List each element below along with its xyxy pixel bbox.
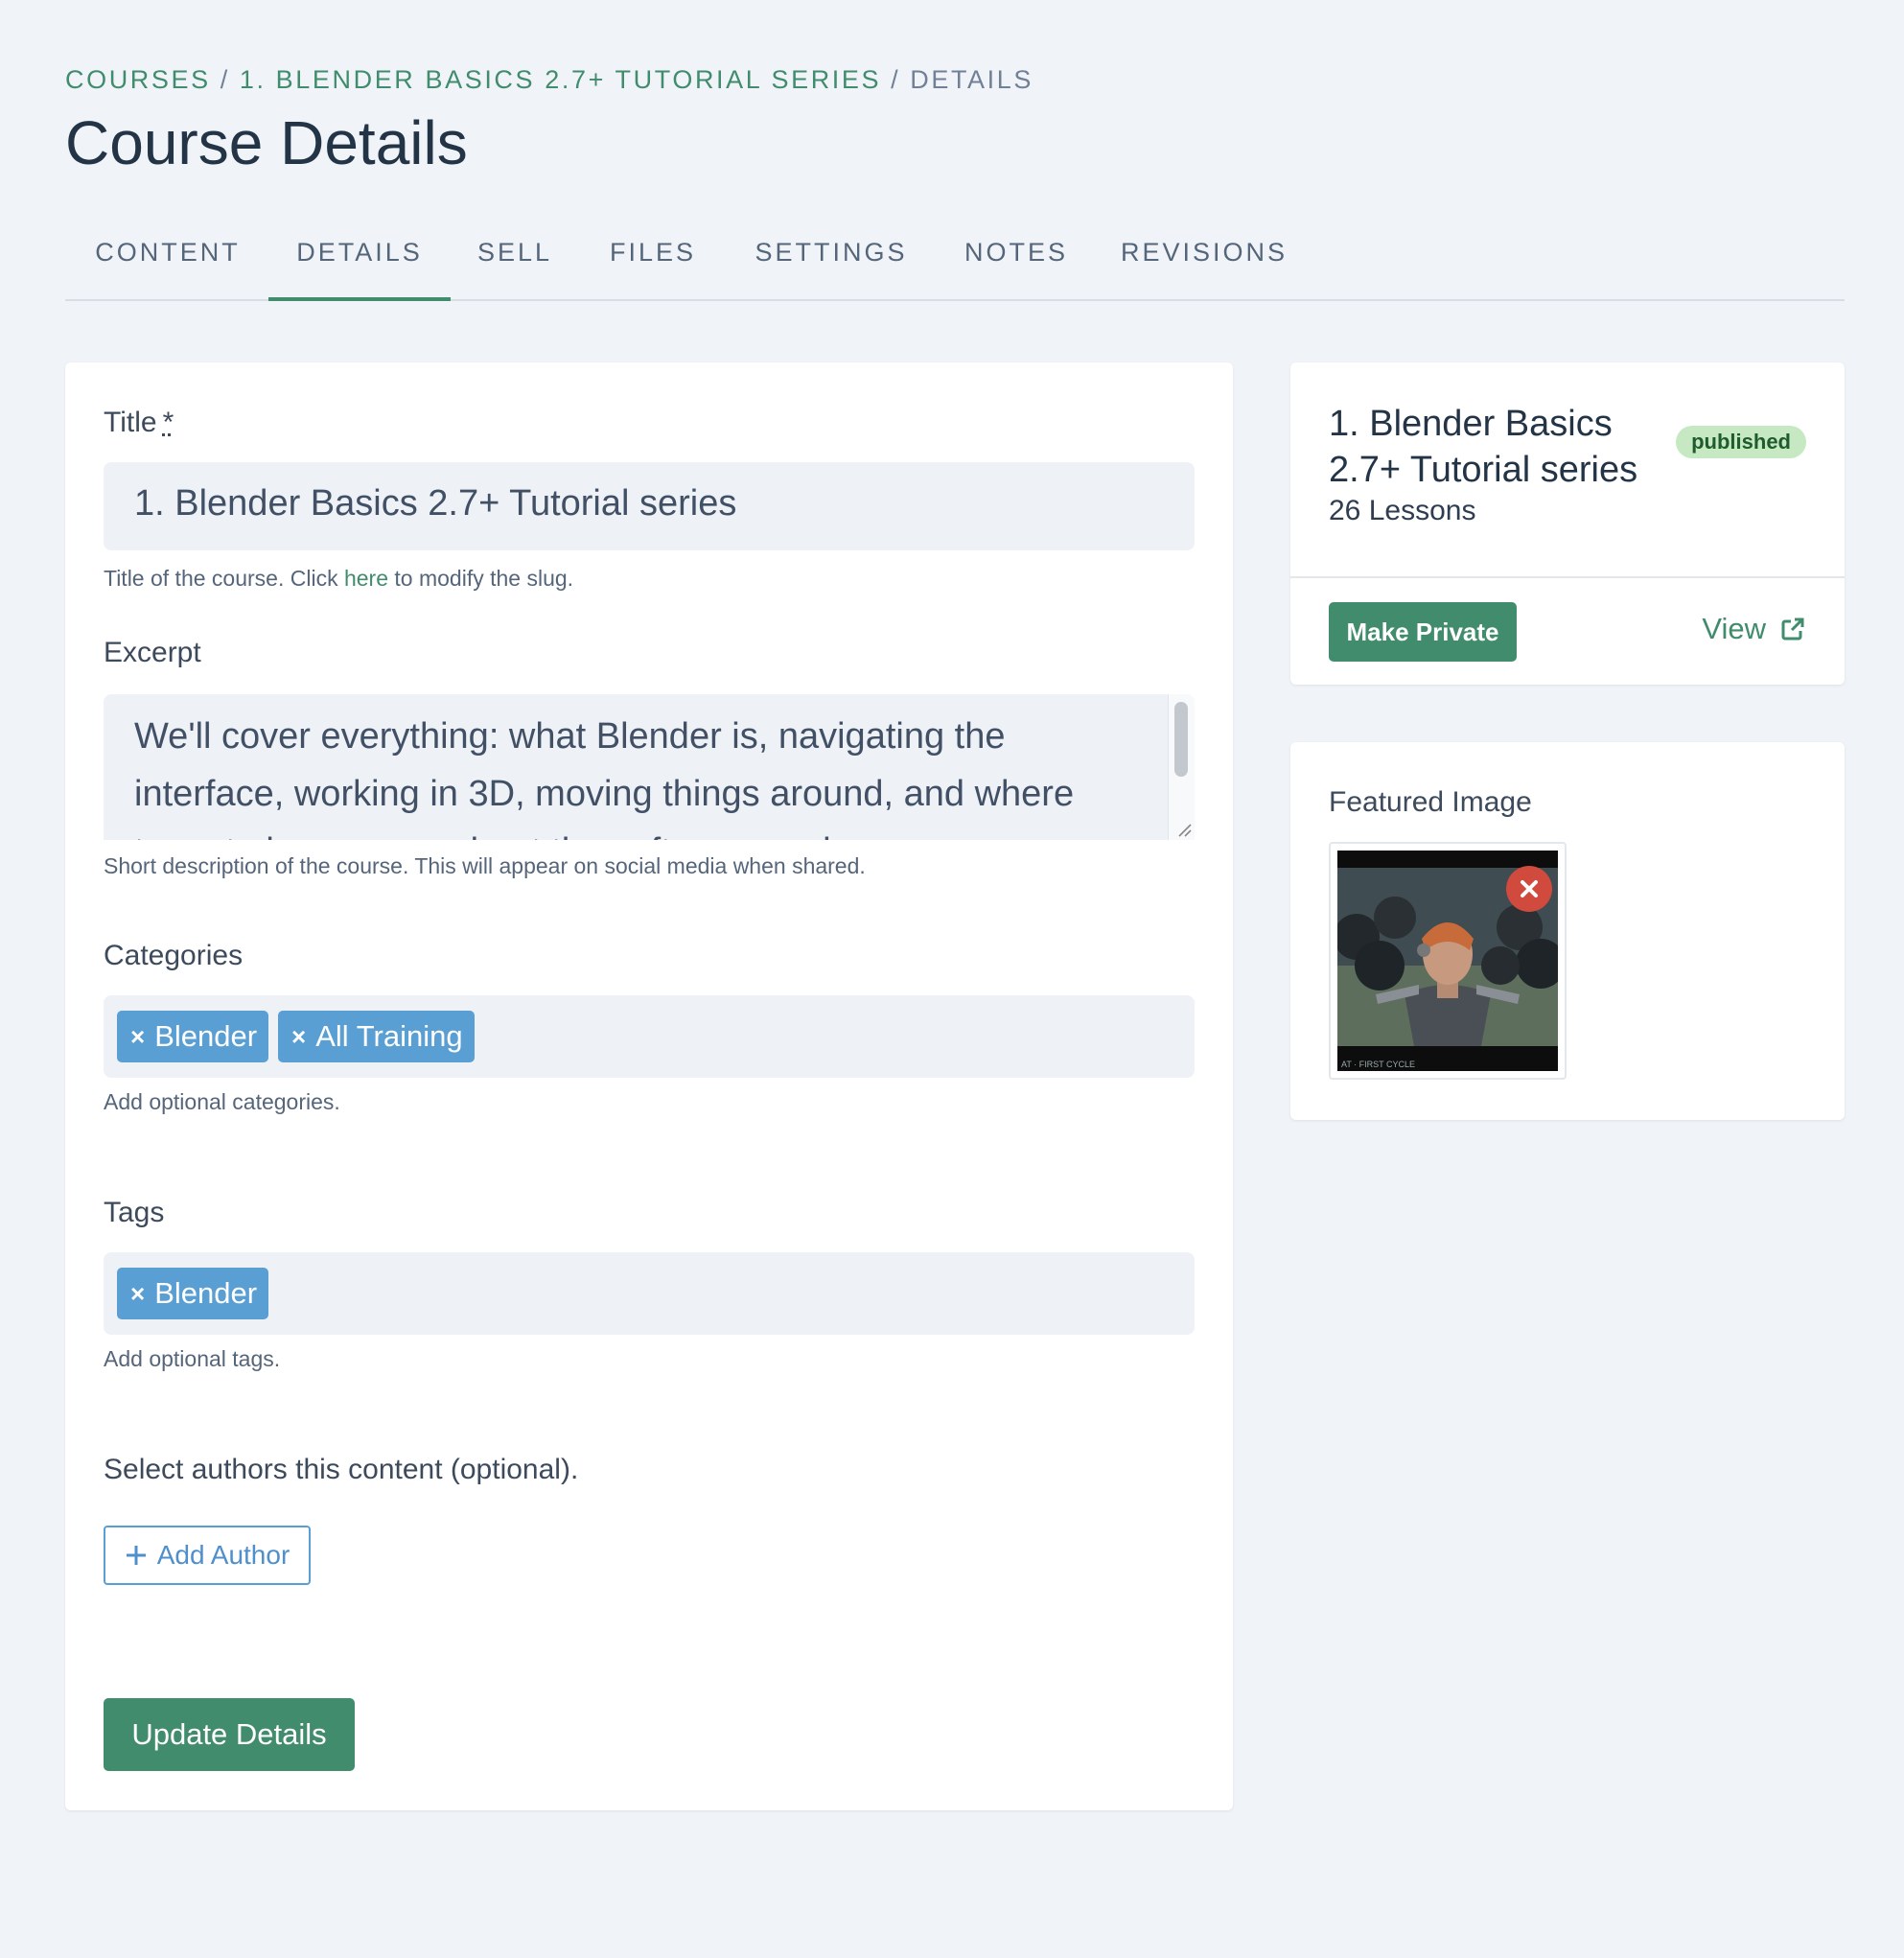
- scroll-thumb[interactable]: [1174, 702, 1188, 777]
- divider: [1290, 576, 1845, 578]
- tab-notes[interactable]: NOTES: [936, 217, 1097, 301]
- required-mark: *: [162, 407, 174, 438]
- remove-chip-icon[interactable]: ×: [291, 1022, 306, 1052]
- breadcrumb-course[interactable]: 1. BLENDER BASICS 2.7+ TUTORIAL SERIES: [240, 65, 881, 94]
- add-author-label: Add Author: [156, 1540, 290, 1570]
- featured-image-card: Featured Image AT · FIRST CYCLE: [1290, 742, 1845, 1120]
- breadcrumb-courses[interactable]: COURSES: [65, 65, 211, 94]
- update-details-button[interactable]: Update Details: [104, 1698, 355, 1771]
- view-label: View: [1702, 612, 1766, 645]
- tab-revisions[interactable]: REVISIONS: [1097, 217, 1312, 301]
- remove-chip-icon[interactable]: ×: [130, 1022, 145, 1052]
- plus-icon: [126, 1546, 146, 1565]
- category-chip[interactable]: × All Training: [278, 1011, 475, 1062]
- course-status-card: 1. Blender Basics 2.7+ Tutorial series p…: [1290, 362, 1845, 685]
- remove-image-button[interactable]: [1506, 866, 1552, 912]
- chip-label: Blender: [154, 1276, 258, 1310]
- excerpt-help: Short description of the course. This wi…: [104, 853, 866, 878]
- title-label: Title *: [104, 407, 174, 439]
- make-private-button[interactable]: Make Private: [1329, 602, 1517, 662]
- tags-label: Tags: [104, 1197, 165, 1228]
- featured-image-thumbnail: AT · FIRST CYCLE: [1337, 851, 1558, 1071]
- status-badge: published: [1676, 426, 1806, 458]
- categories-help: Add optional categories.: [104, 1089, 340, 1114]
- categories-input[interactable]: × Blender × All Training: [104, 995, 1195, 1078]
- title-help-text: Title of the course. Click: [104, 566, 344, 591]
- tags-help: Add optional tags.: [104, 1346, 281, 1371]
- page-title: Course Details: [65, 108, 468, 177]
- featured-image-frame[interactable]: AT · FIRST CYCLE: [1329, 842, 1567, 1080]
- view-link[interactable]: View: [1702, 612, 1806, 646]
- tab-sell[interactable]: SELL: [451, 217, 579, 301]
- breadcrumb-separator: /: [220, 65, 230, 94]
- tab-settings[interactable]: SETTINGS: [727, 217, 936, 301]
- breadcrumb-separator: /: [891, 65, 901, 94]
- title-help: Title of the course. Click here to modif…: [104, 566, 573, 592]
- authors-label: Select authors this content (optional).: [104, 1454, 579, 1485]
- modify-slug-link[interactable]: here: [344, 566, 388, 591]
- lesson-count: 26 Lessons: [1329, 495, 1476, 526]
- title-label-text: Title: [104, 407, 157, 438]
- featured-image-label: Featured Image: [1329, 786, 1532, 818]
- categories-label: Categories: [104, 940, 244, 971]
- breadcrumb-current: DETAILS: [910, 65, 1033, 94]
- chip-label: All Training: [315, 1019, 463, 1053]
- resize-grip-icon[interactable]: [1172, 817, 1193, 838]
- chip-label: Blender: [154, 1019, 258, 1053]
- tab-content[interactable]: CONTENT: [65, 217, 270, 301]
- course-name: 1. Blender Basics 2.7+ Tutorial series: [1329, 404, 1638, 490]
- add-author-button[interactable]: Add Author: [104, 1526, 311, 1585]
- title-help-text-end: to modify the slug.: [388, 566, 574, 591]
- tab-details[interactable]: DETAILS: [268, 217, 451, 301]
- tags-input[interactable]: × Blender: [104, 1252, 1195, 1335]
- title-input[interactable]: 1. Blender Basics 2.7+ Tutorial series: [104, 462, 1195, 550]
- close-icon: [1521, 880, 1538, 897]
- excerpt-label: Excerpt: [104, 637, 201, 668]
- thumbnail-caption: AT · FIRST CYCLE: [1341, 1060, 1415, 1069]
- breadcrumb: COURSES / 1. BLENDER BASICS 2.7+ TUTORIAL …: [65, 65, 1033, 95]
- tab-files[interactable]: FILES: [579, 217, 727, 301]
- details-form-card: Title * 1. Blender Basics 2.7+ Tutorial s…: [65, 362, 1233, 1810]
- remove-chip-icon[interactable]: ×: [130, 1279, 145, 1309]
- excerpt-textarea[interactable]: We'll cover everything: what Blender is,…: [104, 694, 1195, 840]
- category-chip[interactable]: × Blender: [117, 1011, 269, 1062]
- tab-bar: CONTENT DETAILS SELL FILES SETTINGS NOTE…: [65, 217, 1845, 301]
- tag-chip[interactable]: × Blender: [117, 1268, 269, 1319]
- external-link-icon: [1781, 618, 1804, 641]
- excerpt-text: We'll cover everything: what Blender is,…: [134, 716, 1075, 840]
